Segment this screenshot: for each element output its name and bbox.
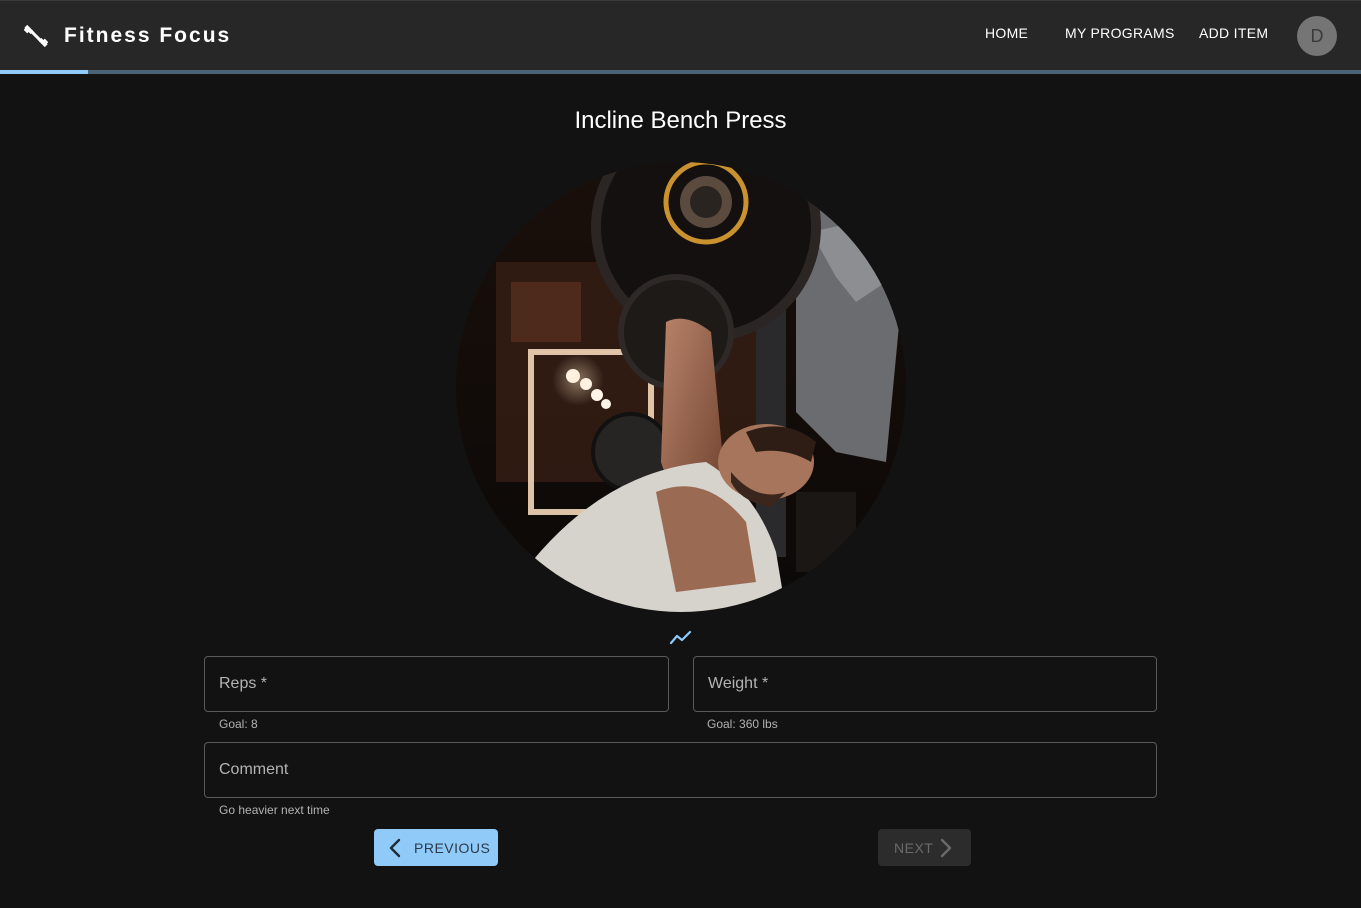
progress-bar-fill [0, 70, 89, 74]
comment-field[interactable]: Comment [204, 742, 1157, 798]
weight-field[interactable]: Weight * [693, 656, 1157, 712]
dumbbell-icon [23, 24, 49, 48]
exercise-image [456, 162, 906, 612]
nav-add-item[interactable]: ADD ITEM [1199, 25, 1268, 47]
page-title: Incline Bench Press [574, 107, 787, 134]
weight-goal-helper: Goal: 360 lbs [707, 717, 778, 731]
app-title: Fitness Focus [64, 24, 232, 47]
previous-button-label: PREVIOUS [414, 839, 491, 856]
chevron-left-icon [386, 838, 404, 858]
reps-goal-helper: Goal: 8 [219, 717, 258, 731]
nav-home[interactable]: HOME [985, 25, 1028, 47]
avatar[interactable]: D [1297, 16, 1337, 56]
progress-bar [0, 70, 1361, 74]
next-button-label: NEXT [894, 839, 934, 856]
previous-button[interactable]: PREVIOUS [374, 829, 498, 866]
nav-my-programs[interactable]: MY PROGRAMS [1065, 25, 1175, 47]
app-bar: Fitness Focus HOME MY PROGRAMS ADD ITEM … [0, 0, 1361, 74]
trending-chart-icon[interactable] [669, 628, 693, 648]
next-button[interactable]: NEXT [878, 829, 971, 866]
brand[interactable]: Fitness Focus [23, 21, 232, 51]
reps-field[interactable]: Reps * [204, 656, 669, 712]
weight-label: Weight * [708, 675, 769, 692]
reps-label: Reps * [219, 675, 268, 692]
chevron-right-icon [937, 838, 955, 858]
comment-label: Comment [219, 761, 289, 778]
comment-helper: Go heavier next time [219, 803, 330, 817]
